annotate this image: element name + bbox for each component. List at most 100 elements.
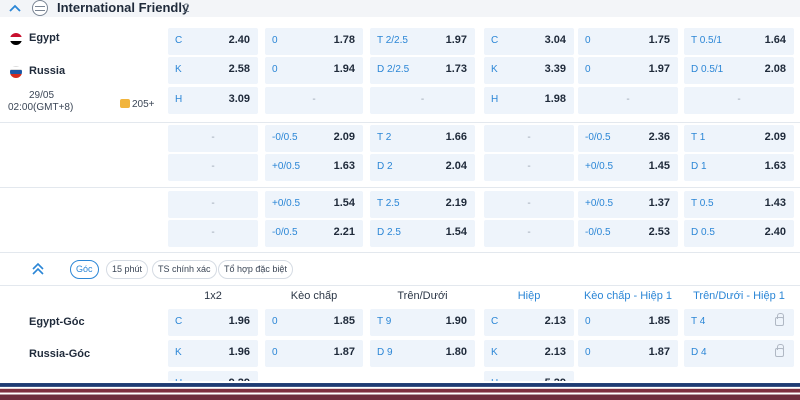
odds-cell[interactable]: T 2/2.5 1.97 xyxy=(370,28,475,55)
odds-cell[interactable]: D 0.5 2.40 xyxy=(684,220,794,247)
odds-cell[interactable]: T 0.5 1.43 xyxy=(684,191,794,218)
odds-empty: - xyxy=(211,198,215,209)
odds-value: 2.13 xyxy=(544,346,566,358)
soccer-ball-icon xyxy=(32,0,48,16)
odds-cell[interactable]: T 9 1.90 xyxy=(370,309,475,336)
odds-empty: - xyxy=(737,94,741,105)
odds-cell[interactable]: H 3.09 xyxy=(168,87,258,114)
tab-corners[interactable]: Góc xyxy=(70,260,99,279)
odds-empty: - xyxy=(626,94,630,105)
odds-line: 0 xyxy=(585,64,591,75)
odds-empty: - xyxy=(527,132,531,143)
odds-cell[interactable]: +0/0.5 1.37 xyxy=(578,191,678,218)
tab-correct-score[interactable]: TS chính xác xyxy=(152,260,217,279)
odds-cell[interactable]: T 2 1.66 xyxy=(370,125,475,152)
odds-empty: - xyxy=(312,94,316,105)
odds-cell[interactable]: 0 1.85 xyxy=(265,309,363,336)
odds-line: C xyxy=(491,316,499,327)
odds-line: -0/0.5 xyxy=(585,132,611,143)
odds-cell[interactable]: - xyxy=(578,87,678,114)
odds-cell[interactable]: +0/0.5 1.45 xyxy=(578,154,678,181)
tab-special-combo[interactable]: Tổ hợp đặc biệt xyxy=(218,260,293,279)
odds-cell[interactable]: K 1.96 xyxy=(168,340,258,367)
odds-cell[interactable]: C 1.96 xyxy=(168,309,258,336)
column-header-over-under: Trên/Dưới xyxy=(397,290,448,302)
odds-cell[interactable]: -0/0.5 2.36 xyxy=(578,125,678,152)
odds-line: D 4 xyxy=(691,347,707,358)
odds-value: 1.63 xyxy=(764,160,786,172)
odds-cell[interactable]: - xyxy=(484,125,574,152)
odds-value: 2.58 xyxy=(228,63,250,75)
odds-cell[interactable]: D 4 xyxy=(684,340,794,367)
odds-cell[interactable]: - xyxy=(168,125,258,152)
league-header[interactable]: International Friendly 2 xyxy=(0,0,800,17)
away-corners-name[interactable]: Russia-Góc xyxy=(29,348,90,360)
odds-cell[interactable]: -0/0.5 2.53 xyxy=(578,220,678,247)
odds-cell[interactable]: D 2 2.04 xyxy=(370,154,475,181)
odds-cell[interactable]: -0/0.5 2.09 xyxy=(265,125,363,152)
odds-value: 1.90 xyxy=(445,315,467,327)
odds-cell[interactable]: - xyxy=(484,191,574,218)
odds-cell[interactable]: D 0.5/1 2.08 xyxy=(684,57,794,84)
away-team-name[interactable]: Russia xyxy=(29,65,65,77)
odds-cell[interactable]: T 1 2.09 xyxy=(684,125,794,152)
odds-value: 1.78 xyxy=(333,34,355,46)
odds-value: 2.08 xyxy=(764,63,786,75)
odds-value: 3.04 xyxy=(544,34,566,46)
odds-cell[interactable]: D 2/2.5 1.73 xyxy=(370,57,475,84)
odds-cell[interactable]: 0 1.97 xyxy=(578,57,678,84)
odds-line: C xyxy=(175,316,183,327)
odds-cell[interactable]: D 9 1.80 xyxy=(370,340,475,367)
odds-cell[interactable]: T 2.5 2.19 xyxy=(370,191,475,218)
odds-value: 2.09 xyxy=(764,131,786,143)
odds-value: 1.63 xyxy=(333,160,355,172)
home-corners-name[interactable]: Egypt-Góc xyxy=(29,316,85,328)
odds-line: +0/0.5 xyxy=(585,198,614,209)
more-markets-link[interactable]: 205+ xyxy=(120,99,155,110)
odds-cell[interactable]: 0 1.85 xyxy=(578,309,678,336)
odds-cell[interactable]: -0/0.5 2.21 xyxy=(265,220,363,247)
odds-cell[interactable]: +0/0.5 1.63 xyxy=(265,154,363,181)
odds-line: K xyxy=(491,64,498,75)
odds-cell[interactable]: 0 1.94 xyxy=(265,57,363,84)
chevron-up-icon[interactable] xyxy=(9,3,21,13)
odds-cell[interactable]: K 3.39 xyxy=(484,57,574,84)
odds-cell[interactable]: +0/0.5 1.54 xyxy=(265,191,363,218)
tab-15-minutes[interactable]: 15 phút xyxy=(106,260,149,279)
odds-cell[interactable]: T 4 xyxy=(684,309,794,336)
odds-cell[interactable]: - xyxy=(168,220,258,247)
odds-cell[interactable]: 0 1.87 xyxy=(265,340,363,367)
odds-cell[interactable]: C 2.13 xyxy=(484,309,574,336)
odds-cell[interactable]: 0 1.75 xyxy=(578,28,678,55)
double-chevron-up-icon[interactable] xyxy=(32,262,44,276)
odds-value: 1.87 xyxy=(333,346,355,358)
odds-line: 0 xyxy=(585,347,591,358)
odds-line: -0/0.5 xyxy=(585,227,611,238)
odds-value: 2.09 xyxy=(333,131,355,143)
odds-cell[interactable]: - xyxy=(370,87,475,114)
column-header-handicap: Kèo chấp xyxy=(290,290,338,302)
odds-value: 1.73 xyxy=(445,63,467,75)
odds-cell[interactable]: - xyxy=(484,220,574,247)
odds-cell[interactable]: K 2.58 xyxy=(168,57,258,84)
odds-cell[interactable]: C 2.40 xyxy=(168,28,258,55)
odds-cell[interactable]: C 3.04 xyxy=(484,28,574,55)
match-date: 29/05 xyxy=(29,90,55,101)
more-markets-count: 205+ xyxy=(132,99,155,110)
odds-cell[interactable]: D 2.5 1.54 xyxy=(370,220,475,247)
odds-cell[interactable]: - xyxy=(168,154,258,181)
home-team-name[interactable]: Egypt xyxy=(29,32,60,44)
odds-cell[interactable]: - xyxy=(684,87,794,114)
odds-cell[interactable]: 0 1.78 xyxy=(265,28,363,55)
odds-cell[interactable]: 0 1.87 xyxy=(578,340,678,367)
odds-line: T 0.5 xyxy=(691,198,714,209)
odds-cell[interactable]: - xyxy=(168,191,258,218)
odds-cell[interactable]: D 1 1.63 xyxy=(684,154,794,181)
odds-cell[interactable]: T 0.5/1 1.64 xyxy=(684,28,794,55)
odds-line: +0/0.5 xyxy=(585,161,614,172)
odds-cell[interactable]: H 1.98 xyxy=(484,87,574,114)
odds-cell[interactable]: - xyxy=(265,87,363,114)
odds-cell[interactable]: - xyxy=(484,154,574,181)
odds-value: 1.37 xyxy=(648,197,670,209)
odds-cell[interactable]: K 2.13 xyxy=(484,340,574,367)
